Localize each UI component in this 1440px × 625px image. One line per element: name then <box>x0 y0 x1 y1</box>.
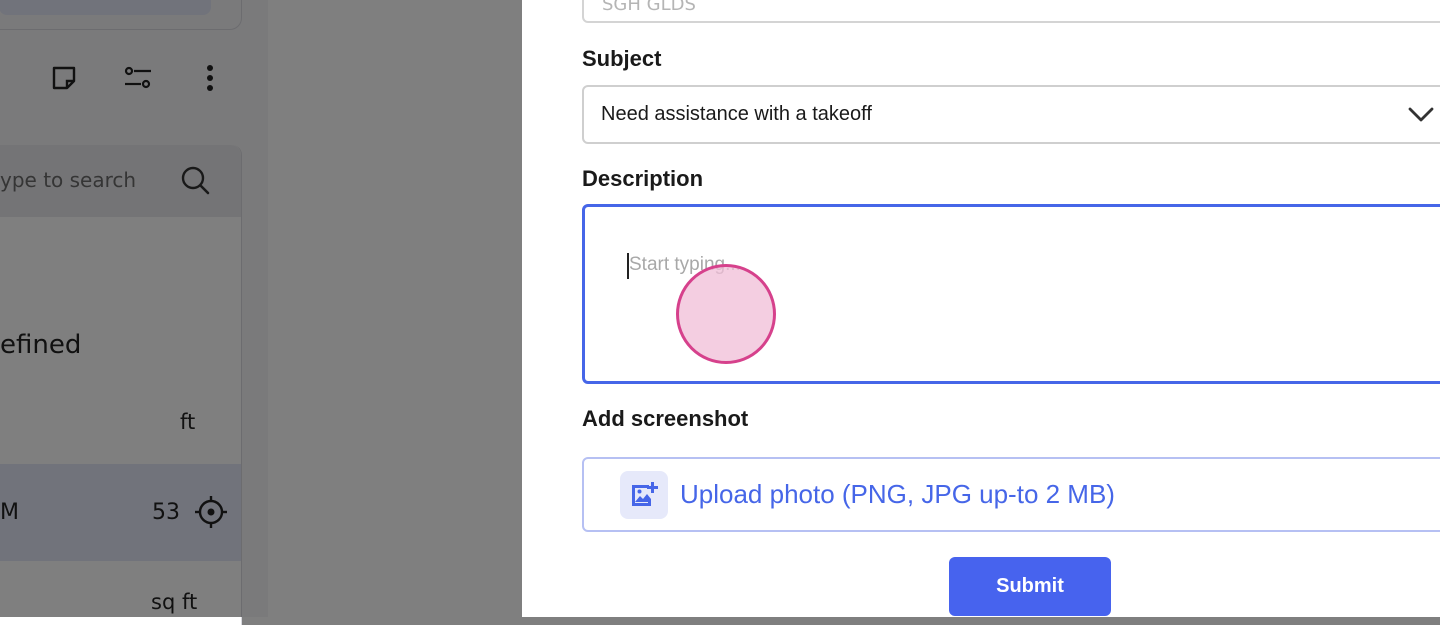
add-screenshot-label: Add screenshot <box>582 406 749 431</box>
subject-label: Subject <box>582 46 662 71</box>
click-indicator <box>676 264 776 364</box>
description-label: Description <box>582 166 704 191</box>
subject-value: Need assistance with a takeoff <box>601 103 872 125</box>
previous-field-value: SGH GLDS <box>602 0 696 15</box>
submit-button[interactable]: Submit <box>949 557 1111 616</box>
modal-backdrop[interactable] <box>0 0 522 617</box>
upload-photo-button[interactable]: Upload photo (PNG, JPG up-to 2 MB) <box>582 457 1440 532</box>
upload-photo-label: Upload photo (PNG, JPG up-to 2 MB) <box>680 479 1115 509</box>
subject-select[interactable]: Need assistance with a takeoff <box>582 85 1440 144</box>
previous-field[interactable]: SGH GLDS <box>582 0 1440 23</box>
support-request-modal: SGH GLDS Subject Need assistance with a … <box>522 0 1440 617</box>
image-add-icon <box>620 470 668 519</box>
chevron-down-icon <box>1406 101 1436 131</box>
